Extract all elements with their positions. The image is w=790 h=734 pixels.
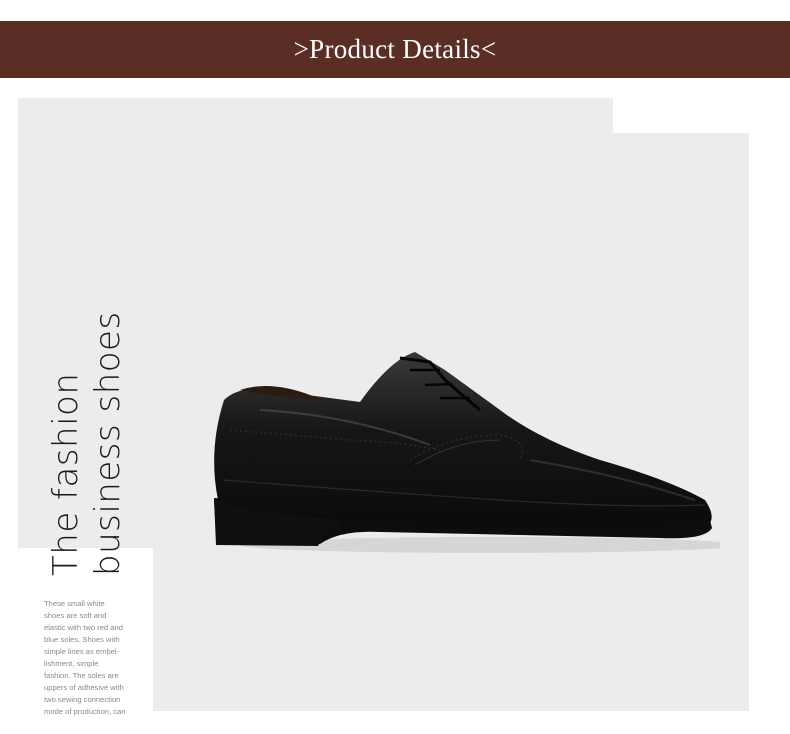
header-bar: >Product Details< [0,21,790,78]
hero-heading: The fashion business shoes [45,311,135,576]
product-image [200,340,740,560]
description-line: lishment, simple [44,659,99,668]
product-description: These small white shoes are soft and ela… [44,598,149,718]
hero-heading-line-2: business shoes [88,311,128,576]
background-panel [153,98,613,138]
section-title: >Product Details< [293,34,497,64]
description-line: fashion. The soles are [44,671,119,680]
hero-heading-line-1: The fashion [46,372,86,576]
brogue-shoe-illustration [214,352,740,553]
description-line: elastic with two red and [44,623,123,632]
description-line: two sewing connection [44,695,121,704]
description-line: mode of production, can [44,707,126,716]
description-line: uppers of adhesive with [44,683,124,692]
description-line: These small white [44,599,105,608]
description-line: simple lines as embel- [44,647,120,656]
description-line: shoes are soft and [44,611,107,620]
description-line: blue soles. Shoes with [44,635,120,644]
